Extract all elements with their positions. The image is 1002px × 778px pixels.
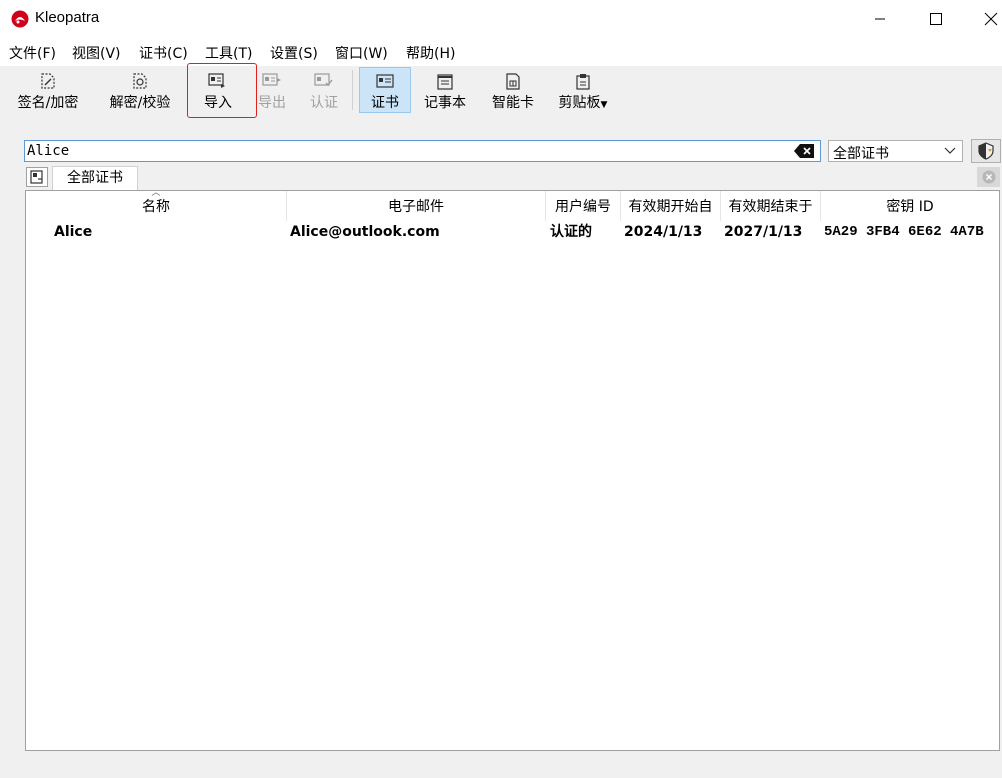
column-header-key-id[interactable]: 密钥 ID xyxy=(821,191,999,221)
toolbar-separator xyxy=(352,70,353,110)
close-tab-icon xyxy=(982,170,995,184)
certificates-label: 证书 xyxy=(371,95,399,111)
chevron-down-icon xyxy=(944,147,956,154)
certify-icon xyxy=(314,73,333,87)
notepad-icon xyxy=(437,73,453,90)
certificates-view-button[interactable]: 证书 xyxy=(359,67,411,113)
tab-all-certificates[interactable]: 全部证书 xyxy=(52,166,138,190)
smartcard-label: 智能卡 xyxy=(492,95,534,111)
menu-bar: 文件(F) 视图(V) 证书(C) 工具(T) 设置(S) 窗口(W) 帮助(H… xyxy=(0,38,1002,66)
smartcard-icon xyxy=(506,72,520,90)
column-header-email[interactable]: 电子邮件 xyxy=(287,191,546,221)
new-tab-button[interactable] xyxy=(26,167,48,187)
column-header-name[interactable]: ︿ 名称 xyxy=(26,191,287,221)
toolbar: 签名/加密 解密/校验 导入 导出 认证 证书 记事本 智能卡 剪贴板▼ xyxy=(0,66,1002,116)
decrypt-verify-icon xyxy=(133,73,147,89)
close-button[interactable] xyxy=(968,0,1002,38)
certify-label: 认证 xyxy=(310,95,338,111)
import-highlight-box xyxy=(187,63,257,118)
kleopatra-logo-icon xyxy=(11,10,29,28)
export-label: 导出 xyxy=(258,95,286,111)
column-header-valid-from[interactable]: 有效期开始自 xyxy=(621,191,721,221)
maximize-button[interactable] xyxy=(913,0,959,38)
sort-ascending-icon: ︿ xyxy=(151,191,161,198)
window-title: Kleopatra xyxy=(35,9,100,26)
menu-view[interactable]: 视图(V) xyxy=(72,43,121,63)
menu-file[interactable]: 文件(F) xyxy=(9,43,56,63)
menu-window[interactable]: 窗口(W) xyxy=(335,43,388,63)
cell-valid-until: 2027/1/13 xyxy=(724,224,803,240)
search-input[interactable] xyxy=(27,142,787,160)
menu-help[interactable]: 帮助(H) xyxy=(406,43,455,63)
minimize-button[interactable] xyxy=(857,0,903,38)
sign-encrypt-label: 签名/加密 xyxy=(17,95,79,111)
menu-tools[interactable]: 工具(T) xyxy=(205,43,252,63)
clear-search-icon[interactable] xyxy=(794,144,814,158)
title-bar: Kleopatra xyxy=(0,0,1002,38)
certificates-icon xyxy=(376,74,394,88)
export-certificate-icon xyxy=(262,73,281,86)
sign-encrypt-button[interactable]: 签名/加密 xyxy=(10,66,86,114)
close-tab-button[interactable] xyxy=(977,167,1000,187)
certificate-table: ︿ 名称 电子邮件 用户编号 有效期开始自 有效期结束于 密钥 ID Alice… xyxy=(25,190,1000,751)
clipboard-label: 剪贴板▼ xyxy=(558,95,608,111)
clipboard-button[interactable]: 剪贴板▼ xyxy=(552,66,614,114)
cell-valid-from: 2024/1/13 xyxy=(624,224,703,240)
status-area xyxy=(0,751,1002,778)
search-box[interactable] xyxy=(24,140,821,162)
minimize-icon xyxy=(875,18,885,20)
clipboard-icon xyxy=(576,73,590,90)
decrypt-verify-button[interactable]: 解密/校验 xyxy=(102,66,178,114)
cell-email: Alice@outlook.com xyxy=(290,224,440,240)
smartcard-button[interactable]: 智能卡 xyxy=(486,66,540,114)
dropdown-arrow-icon: ▼ xyxy=(600,100,608,110)
cell-key-id: 5A29 3FB4 6E62 4A7B xyxy=(824,224,984,240)
column-header-valid-until[interactable]: 有效期结束于 xyxy=(721,191,821,221)
sign-encrypt-icon xyxy=(41,73,55,89)
filter-selected-value: 全部证书 xyxy=(833,146,889,162)
column-header-user-id[interactable]: 用户编号 xyxy=(546,191,621,221)
menu-settings[interactable]: 设置(S) xyxy=(270,43,318,63)
certificate-filter-select[interactable]: 全部证书 xyxy=(828,140,963,162)
notepad-button[interactable]: 记事本 xyxy=(418,66,472,114)
configure-filter-button[interactable] xyxy=(971,139,1001,163)
menu-certificates[interactable]: 证书(C) xyxy=(139,43,188,63)
shield-filter-icon xyxy=(978,142,994,160)
new-tab-icon xyxy=(30,170,43,184)
notepad-label: 记事本 xyxy=(424,95,466,111)
cell-user-id: 认证的 xyxy=(550,224,592,240)
cell-name: Alice xyxy=(54,224,93,240)
decrypt-verify-label: 解密/校验 xyxy=(109,95,171,111)
close-icon xyxy=(984,12,998,26)
certify-button[interactable]: 认证 xyxy=(302,66,346,114)
maximize-icon xyxy=(930,13,942,25)
